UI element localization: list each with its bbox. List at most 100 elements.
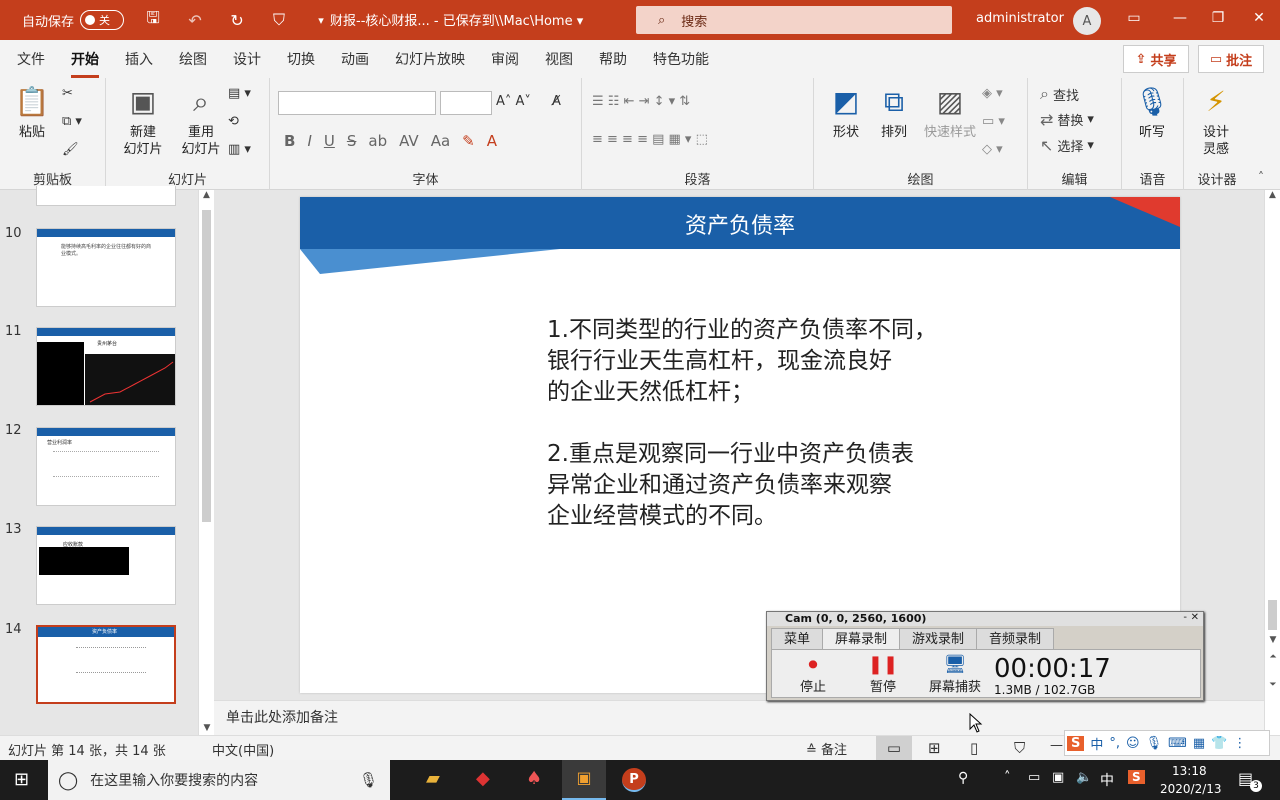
section-icon[interactable]: ▥ ▾ <box>228 142 251 157</box>
scroll-up-icon[interactable]: ▲ <box>1265 190 1280 200</box>
toolbox-icon[interactable]: ▦ <box>1193 736 1205 751</box>
layout-icon[interactable]: ▤ ▾ <box>228 86 251 101</box>
effects-icon[interactable]: ◇ ▾ <box>982 142 1003 157</box>
recorder-tab-audio[interactable]: 音频录制 <box>976 628 1055 650</box>
notes-toggle-button[interactable]: ≙ 备注 <box>806 739 847 758</box>
shapes-button[interactable]: ◩ 形状 <box>826 84 866 141</box>
tab-slideshow[interactable]: 幻灯片放映 <box>395 49 465 69</box>
tab-transitions[interactable]: 切换 <box>287 49 315 69</box>
autosave-toggle[interactable]: 关 <box>80 10 125 30</box>
minimize-icon[interactable]: — <box>1170 10 1190 26</box>
prev-slide-icon[interactable]: ⏶ <box>1265 652 1280 662</box>
thumbnails-scrollbar[interactable]: ▲ ▼ <box>198 190 214 735</box>
recorder-minimize-icon[interactable]: - <box>1183 612 1187 623</box>
reset-icon[interactable]: ⟲ <box>228 114 239 129</box>
tab-animations[interactable]: 动画 <box>341 49 369 69</box>
tab-file[interactable]: 文件 <box>17 49 45 69</box>
font-name-box[interactable] <box>278 91 436 115</box>
scroll-down-icon[interactable]: ▼ <box>1265 635 1280 645</box>
language-indicator[interactable]: 中文(中国) <box>212 740 274 759</box>
ime-toolbar[interactable]: S 中 °, ☺ 🎙 ⌨ ▦ 👕 ⋮ <box>1064 730 1270 756</box>
slide-thumbnail-11[interactable]: 贵州茅台 <box>36 327 176 406</box>
user-name[interactable]: administrator <box>976 11 1064 26</box>
search-box[interactable]: ⌕ 搜索 <box>636 6 952 34</box>
fill-icon[interactable]: ◈ ▾ <box>982 86 1003 101</box>
reading-view-icon[interactable]: ▯ <box>970 739 978 757</box>
app-icon[interactable]: ◆ <box>476 768 490 789</box>
tab-insert[interactable]: 插入 <box>125 49 153 69</box>
keyboard-icon[interactable]: ⌨ <box>1168 736 1187 751</box>
new-slide-button[interactable]: ▣ 新建 幻灯片 <box>114 84 172 158</box>
select-button[interactable]: ↖ 选择 ▾ <box>1040 136 1094 155</box>
tab-help[interactable]: 帮助 <box>599 49 627 69</box>
slide-thumbnail-12[interactable]: 营业利润率 <box>36 427 176 506</box>
scroll-down-icon[interactable]: ▼ <box>199 723 215 733</box>
undo-icon[interactable]: ↶ <box>182 11 208 30</box>
font-size-box[interactable] <box>440 91 492 115</box>
emoji-icon[interactable]: ☺ <box>1126 736 1140 751</box>
present-icon[interactable]: ⛉ <box>266 10 292 30</box>
align-row[interactable]: ≡ ≡ ≡ ≡ ▤ ▦ ▾ ⬚ <box>592 132 708 147</box>
slideshow-view-icon[interactable]: ⛉ <box>1014 739 1025 757</box>
recorder-tab-screen[interactable]: 屏幕录制 <box>822 628 901 650</box>
people-icon[interactable]: ⚲ <box>958 770 968 786</box>
microphone-icon[interactable]: 🎙 <box>359 771 378 789</box>
scroll-thumb[interactable] <box>202 210 211 522</box>
find-button[interactable]: ⌕ 查找 <box>1040 84 1079 104</box>
recorder-tab-menu[interactable]: 菜单 <box>771 628 824 650</box>
save-icon[interactable]: 🖫 <box>140 7 166 34</box>
font-size-grow-icon[interactable]: A˄ A˅ <box>496 94 531 109</box>
replace-button[interactable]: ⇄ 替换 ▾ <box>1040 110 1094 129</box>
battery-icon[interactable]: ▭ <box>1028 770 1040 785</box>
file-explorer-icon[interactable]: ▰ <box>426 768 440 789</box>
voice-input-icon[interactable]: 🎙 <box>1146 736 1163 751</box>
taskbar-search[interactable]: ◯ 在这里输入你要搜索的内容 🎙 <box>48 760 390 800</box>
tab-view[interactable]: 视图 <box>545 49 573 69</box>
scroll-up-icon[interactable]: ▲ <box>199 190 214 200</box>
sogou-tray-icon[interactable]: S <box>1128 770 1145 784</box>
format-painter-icon[interactable]: 🖌 <box>62 142 79 157</box>
slide-body-text[interactable]: 1.不同类型的行业的资产负债率不同， 银行行业天生高杠杆，现金流良好 的企业天然低杠… <box>547 315 937 563</box>
slide-thumbnail-14[interactable]: 资产负债率 <box>36 625 176 704</box>
skin-icon[interactable]: 👕 <box>1211 736 1227 751</box>
document-title[interactable]: 财报--核心财报... - 已保存到\\Mac\Home ▾ <box>330 10 583 29</box>
paste-button[interactable]: 📋 粘贴 <box>12 84 52 141</box>
stop-button[interactable]: ⏺ 停止 <box>788 654 838 695</box>
tab-design[interactable]: 设计 <box>233 49 261 69</box>
collapse-ribbon-icon[interactable]: ˄ <box>1258 170 1264 184</box>
outline-icon[interactable]: ▭ ▾ <box>982 114 1005 129</box>
maximize-icon[interactable]: ❐ <box>1208 10 1228 26</box>
input-language[interactable]: 中 <box>1100 770 1114 790</box>
tab-review[interactable]: 审阅 <box>491 49 519 69</box>
clock-date[interactable]: 2020/2/13 <box>1160 782 1222 796</box>
recorder-close-icon[interactable]: ✕ <box>1191 612 1199 623</box>
tab-draw[interactable]: 绘图 <box>179 49 207 69</box>
tab-home[interactable]: 开始 <box>71 49 99 78</box>
avatar[interactable]: A <box>1073 7 1101 35</box>
slide-thumbnail-10[interactable]: 能够持续高毛利率的企业往往都有好的商业模式。 <box>36 228 176 307</box>
tab-features[interactable]: 特色功能 <box>653 49 709 69</box>
font-format-row[interactable]: B I U Sab AV Aa ✎ A <box>284 132 497 150</box>
powerpoint-icon[interactable]: P <box>622 768 646 792</box>
slide-thumbnail-13[interactable]: 应收账款 <box>36 526 176 605</box>
volume-icon[interactable]: 🔈 <box>1076 770 1092 785</box>
ime-mode[interactable]: 中 <box>1090 734 1103 753</box>
clear-format-icon[interactable]: A̸ <box>552 94 561 109</box>
taskbar-app-active[interactable]: ▣ <box>562 760 606 800</box>
share-button[interactable]: ⇪ 共享 <box>1123 45 1189 73</box>
clock-time[interactable]: 13:18 <box>1172 764 1207 778</box>
network-icon[interactable]: ▣ <box>1052 770 1064 785</box>
windows-start-icon[interactable]: ⊞ <box>14 769 29 790</box>
cards-game-icon[interactable]: ♠ <box>526 768 542 789</box>
redo-icon[interactable]: ↻ <box>224 11 250 30</box>
pause-button[interactable]: ❚❚ 暂停 <box>858 654 908 695</box>
slide-thumbnail-9[interactable] <box>36 186 176 206</box>
next-slide-icon[interactable]: ⏷ <box>1265 680 1280 690</box>
copy-icon[interactable]: ⧉ ▾ <box>62 114 82 129</box>
close-icon[interactable]: ✕ <box>1249 10 1269 26</box>
comments-button[interactable]: ▭ 批注 <box>1198 45 1264 73</box>
list-row[interactable]: ☰ ☷ ⇤ ⇥ ↕ ▾ ⇅ <box>592 94 690 109</box>
slide-sorter-icon[interactable]: ⊞ <box>928 739 941 757</box>
recorder-tab-game[interactable]: 游戏录制 <box>899 628 978 650</box>
punctuation-icon[interactable]: °, <box>1109 736 1120 751</box>
